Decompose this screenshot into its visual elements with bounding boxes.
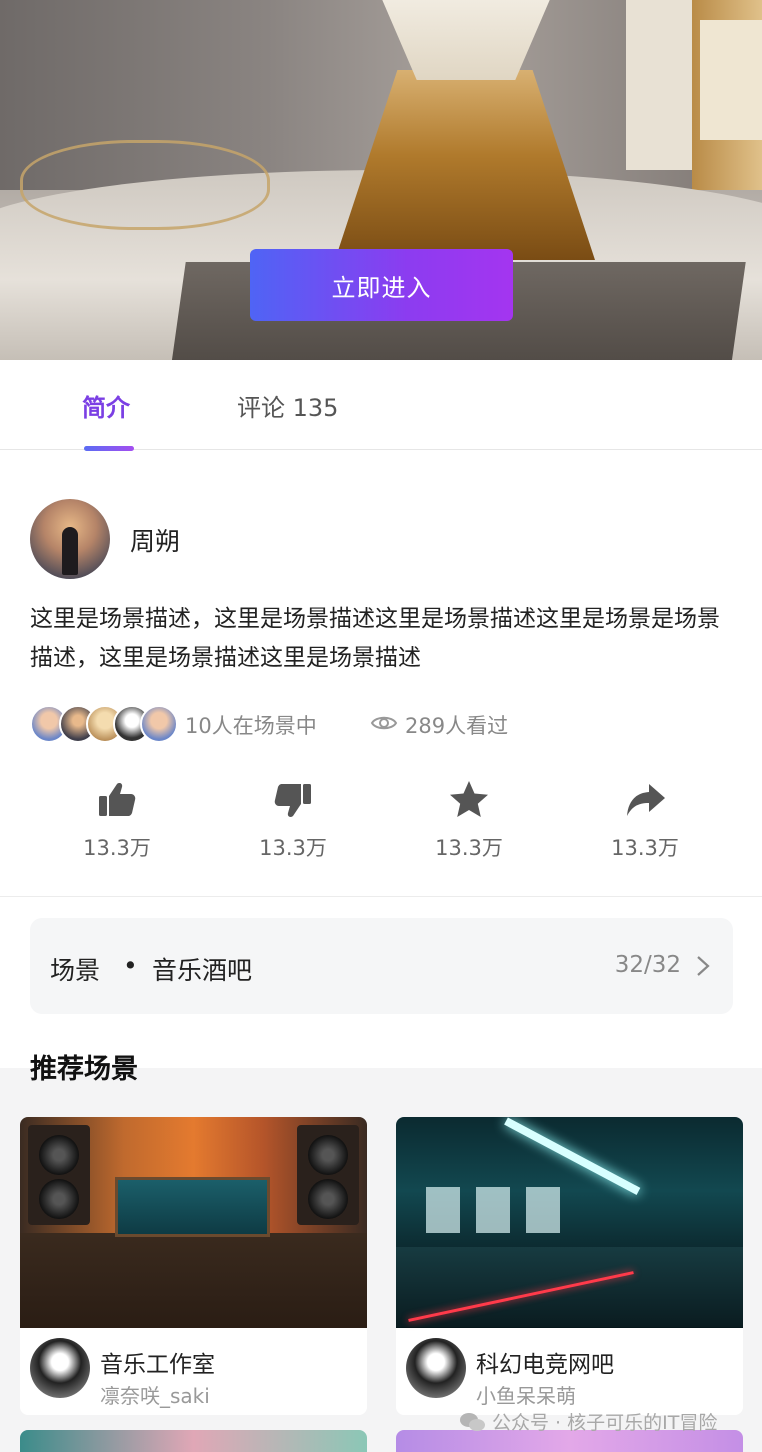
tab-active-indicator	[84, 446, 134, 451]
action-bar: 13.3万 13.3万 13.3万 13.3万	[0, 778, 762, 874]
watermark: 公众号 · 核子可乐的IT冒险	[458, 1408, 717, 1435]
enter-now-button[interactable]: 立即进入	[250, 249, 513, 321]
like-count: 13.3万	[83, 836, 151, 860]
in-scene-count: 10人在场景中	[185, 714, 317, 738]
scene-card[interactable]: 音乐工作室 凛奈咲_saki	[20, 1117, 367, 1415]
star-icon	[450, 781, 488, 817]
scene-selector[interactable]: 场景 • 音乐酒吧 32/32	[30, 918, 733, 1014]
share-icon	[627, 784, 665, 816]
avatar-figure	[62, 527, 78, 575]
card-author-avatar	[406, 1338, 466, 1398]
light-beam-graphic	[504, 1117, 641, 1195]
participant-avatars[interactable]	[30, 705, 190, 745]
share-count: 13.3万	[611, 836, 679, 860]
thumbs-down-icon	[274, 784, 311, 817]
author-name[interactable]: 周朔	[130, 522, 180, 558]
tab-bar: 简介 评论 135	[0, 360, 762, 451]
card-author: 凛奈咲_saki	[100, 1384, 210, 1408]
tab-intro[interactable]: 简介	[82, 388, 130, 423]
watermark-text: 公众号 · 核子可乐的IT冒险	[492, 1412, 718, 1434]
author-avatar[interactable]	[30, 499, 110, 579]
like-button[interactable]: 13.3万	[57, 778, 177, 862]
view-count: 289人看过	[405, 714, 509, 738]
scene-card-peek[interactable]	[20, 1430, 367, 1452]
tab-comments[interactable]: 评论 135	[237, 388, 338, 423]
monitor-graphic	[426, 1187, 460, 1233]
favorite-count: 13.3万	[435, 836, 503, 860]
scene-card[interactable]: 科幻电竞网吧 小鱼呆呆萌	[396, 1117, 743, 1415]
scene-count: 32/32	[614, 952, 681, 978]
hero-box	[626, 0, 692, 170]
card-author-avatar	[30, 1338, 90, 1398]
share-button[interactable]: 13.3万	[585, 778, 705, 862]
participant-avatar	[140, 705, 178, 743]
thumbs-up-icon	[99, 783, 136, 816]
card-image	[396, 1117, 743, 1328]
dislike-count: 13.3万	[259, 836, 327, 860]
favorite-button[interactable]: 13.3万	[409, 778, 529, 862]
console-graphic	[115, 1177, 270, 1237]
scene-description: 这里是场景描述，这里是场景描述这里是场景描述这里是场景是场景描述，这里是场景描述…	[30, 606, 720, 671]
scene-name: 音乐酒吧	[152, 956, 253, 985]
card-title: 音乐工作室	[100, 1352, 215, 1378]
dislike-button[interactable]: 13.3万	[233, 778, 353, 862]
monitor-graphic	[526, 1187, 560, 1233]
hero-bottle-label	[700, 20, 762, 140]
scene-separator: •	[123, 951, 138, 980]
monitor-graphic	[476, 1187, 510, 1233]
card-author: 小鱼呆呆萌	[476, 1384, 576, 1408]
wechat-icon	[460, 1412, 485, 1431]
card-title: 科幻电竞网吧	[476, 1352, 614, 1378]
scene-label: 场景	[50, 956, 101, 985]
chevron-right-icon	[697, 956, 710, 976]
hero-image: 立即进入	[0, 0, 762, 360]
section-divider	[0, 896, 762, 897]
eye-icon	[370, 716, 398, 730]
speaker-graphic	[297, 1125, 359, 1225]
speaker-graphic	[28, 1125, 90, 1225]
card-image	[20, 1117, 367, 1328]
recommended-title: 推荐场景	[30, 1054, 138, 1085]
hero-eyeglasses	[20, 140, 270, 230]
